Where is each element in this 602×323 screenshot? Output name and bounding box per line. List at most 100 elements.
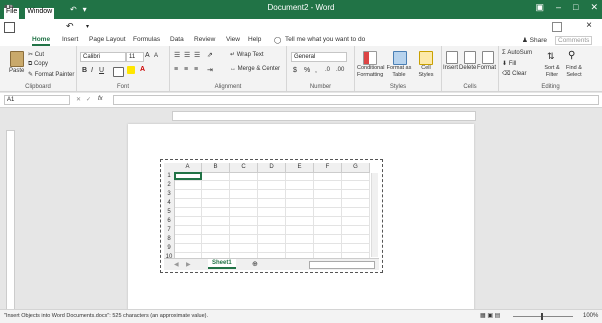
middle-align-icon[interactable]: ☰ — [184, 51, 190, 59]
sheet-cell[interactable] — [258, 199, 286, 208]
tab-data[interactable]: Data — [170, 36, 184, 43]
column-header[interactable]: F — [314, 163, 342, 173]
cancel-icon[interactable]: ✕ — [76, 96, 81, 103]
font-color-icon[interactable]: A — [140, 66, 145, 73]
increase-decimal-icon[interactable]: .0 — [325, 67, 330, 73]
bottom-align-icon[interactable]: ☰ — [194, 51, 200, 59]
sheet-cell[interactable] — [174, 181, 202, 190]
cell-styles-button[interactable]: Cell Styles — [415, 65, 437, 79]
sheet-cell[interactable] — [286, 235, 314, 244]
close-icon[interactable]: ✕ — [590, 2, 598, 13]
name-box[interactable]: A1 — [4, 95, 70, 105]
sheet-cell[interactable] — [174, 235, 202, 244]
sheet-cell[interactable] — [174, 244, 202, 253]
sheet-cell[interactable] — [230, 190, 258, 199]
tab-view[interactable]: View — [226, 36, 240, 43]
sheet-cell[interactable] — [174, 226, 202, 235]
tell-me-box[interactable]: Tell me what you want to do — [285, 36, 365, 43]
menu-window[interactable]: Window — [25, 8, 55, 19]
active-cell[interactable] — [174, 172, 202, 180]
dropdown-icon[interactable]: ▾ — [86, 23, 89, 30]
sheet-cell[interactable] — [314, 235, 342, 244]
sheet-cell[interactable] — [202, 199, 230, 208]
sheet-cell[interactable] — [202, 217, 230, 226]
paste-button[interactable]: Paste — [9, 68, 24, 74]
sheet-tab[interactable]: Sheet1 — [208, 259, 236, 269]
font-name-select[interactable]: Calibri — [80, 52, 126, 62]
enter-icon[interactable]: ✓ — [86, 96, 91, 103]
format-as-table-icon[interactable] — [393, 51, 407, 65]
fill-color-icon[interactable] — [127, 66, 135, 74]
cell-styles-icon[interactable] — [419, 51, 433, 65]
formula-input[interactable] — [113, 95, 599, 105]
sheet-cell[interactable] — [230, 217, 258, 226]
sheet-cell[interactable] — [258, 181, 286, 190]
sheet-cell[interactable] — [342, 235, 370, 244]
sheet-cell[interactable] — [258, 190, 286, 199]
font-size-select[interactable]: 11 — [126, 52, 144, 62]
orientation-icon[interactable]: ⇗ — [207, 51, 213, 59]
decrease-decimal-icon[interactable]: .00 — [336, 67, 344, 73]
column-header[interactable]: C — [230, 163, 258, 173]
sheet-cell[interactable] — [342, 226, 370, 235]
tab-insert[interactable]: Insert — [62, 36, 78, 43]
sheet-cell[interactable] — [258, 217, 286, 226]
sheet-cell[interactable] — [314, 199, 342, 208]
underline-button[interactable]: U — [99, 67, 104, 74]
autosum-button[interactable]: Σ AutoSum — [502, 50, 532, 56]
sheet-cell[interactable] — [314, 172, 342, 181]
find-select-icon[interactable]: ⚲ — [568, 50, 578, 61]
sheet-cell[interactable] — [202, 181, 230, 190]
tab-help[interactable]: Help — [248, 36, 261, 43]
sheet-cell[interactable] — [230, 226, 258, 235]
save-icon[interactable] — [4, 22, 15, 33]
sheet-cell[interactable] — [286, 244, 314, 253]
sheet-cell[interactable] — [286, 208, 314, 217]
column-header[interactable]: E — [286, 163, 314, 173]
column-header[interactable]: D — [258, 163, 286, 173]
sheet-cell[interactable] — [314, 181, 342, 190]
ribbon-display-icon[interactable]: ▣ — [535, 2, 544, 13]
sheet-cell[interactable] — [230, 208, 258, 217]
column-header[interactable]: G — [342, 163, 370, 173]
top-align-icon[interactable]: ☰ — [174, 51, 180, 59]
sheet-cell[interactable] — [342, 172, 370, 181]
align-center-icon[interactable]: ≡ — [184, 66, 188, 73]
zoom-level[interactable]: 100% — [583, 313, 598, 319]
indent-icon[interactable]: ⇥ — [207, 66, 213, 74]
sheet-cell[interactable] — [342, 208, 370, 217]
grow-font-button[interactable]: A — [145, 52, 150, 59]
vertical-scrollbar[interactable] — [371, 173, 378, 257]
find-select-button[interactable]: Find & Select — [563, 65, 585, 79]
view-buttons[interactable]: ▦ ▣ ▤ — [480, 312, 500, 319]
conditional-formatting-icon[interactable] — [363, 51, 377, 65]
sheet-cell[interactable] — [286, 172, 314, 181]
wrap-text-button[interactable]: ↵ Wrap Text — [230, 51, 264, 58]
cut-button[interactable]: ✂ Cut — [28, 51, 44, 58]
sheet-cell[interactable] — [286, 181, 314, 190]
insert-cells-button[interactable]: Insert — [443, 65, 458, 71]
sheet-cell[interactable] — [314, 217, 342, 226]
sheet-cell[interactable] — [202, 190, 230, 199]
format-cells-icon[interactable] — [482, 51, 494, 64]
format-painter-button[interactable]: ✎ Format Painter — [28, 71, 74, 78]
sheet-cell[interactable] — [230, 181, 258, 190]
sheet-cell[interactable] — [230, 244, 258, 253]
sheet-cell[interactable] — [342, 190, 370, 199]
share-button[interactable]: ♟ Share — [522, 36, 547, 44]
maximize-icon[interactable]: □ — [573, 2, 578, 13]
number-format-select[interactable]: General — [291, 52, 347, 62]
italic-button[interactable]: I — [91, 67, 93, 74]
sheet-cell[interactable] — [258, 235, 286, 244]
sheet-cell[interactable] — [258, 226, 286, 235]
sheet-cell[interactable] — [230, 235, 258, 244]
format-as-table-button[interactable]: Format as Table — [386, 65, 412, 79]
sheet-cell[interactable] — [286, 217, 314, 226]
scroll-left-icon[interactable]: ◀ — [174, 261, 179, 268]
new-sheet-icon[interactable]: ⊕ — [252, 260, 258, 268]
undo-icon[interactable]: ↶ — [66, 21, 74, 32]
sheet-cell[interactable] — [230, 199, 258, 208]
clear-button[interactable]: ⌫ Clear — [502, 70, 527, 77]
align-right-icon[interactable]: ≡ — [194, 66, 198, 73]
sheet-cell[interactable] — [174, 199, 202, 208]
